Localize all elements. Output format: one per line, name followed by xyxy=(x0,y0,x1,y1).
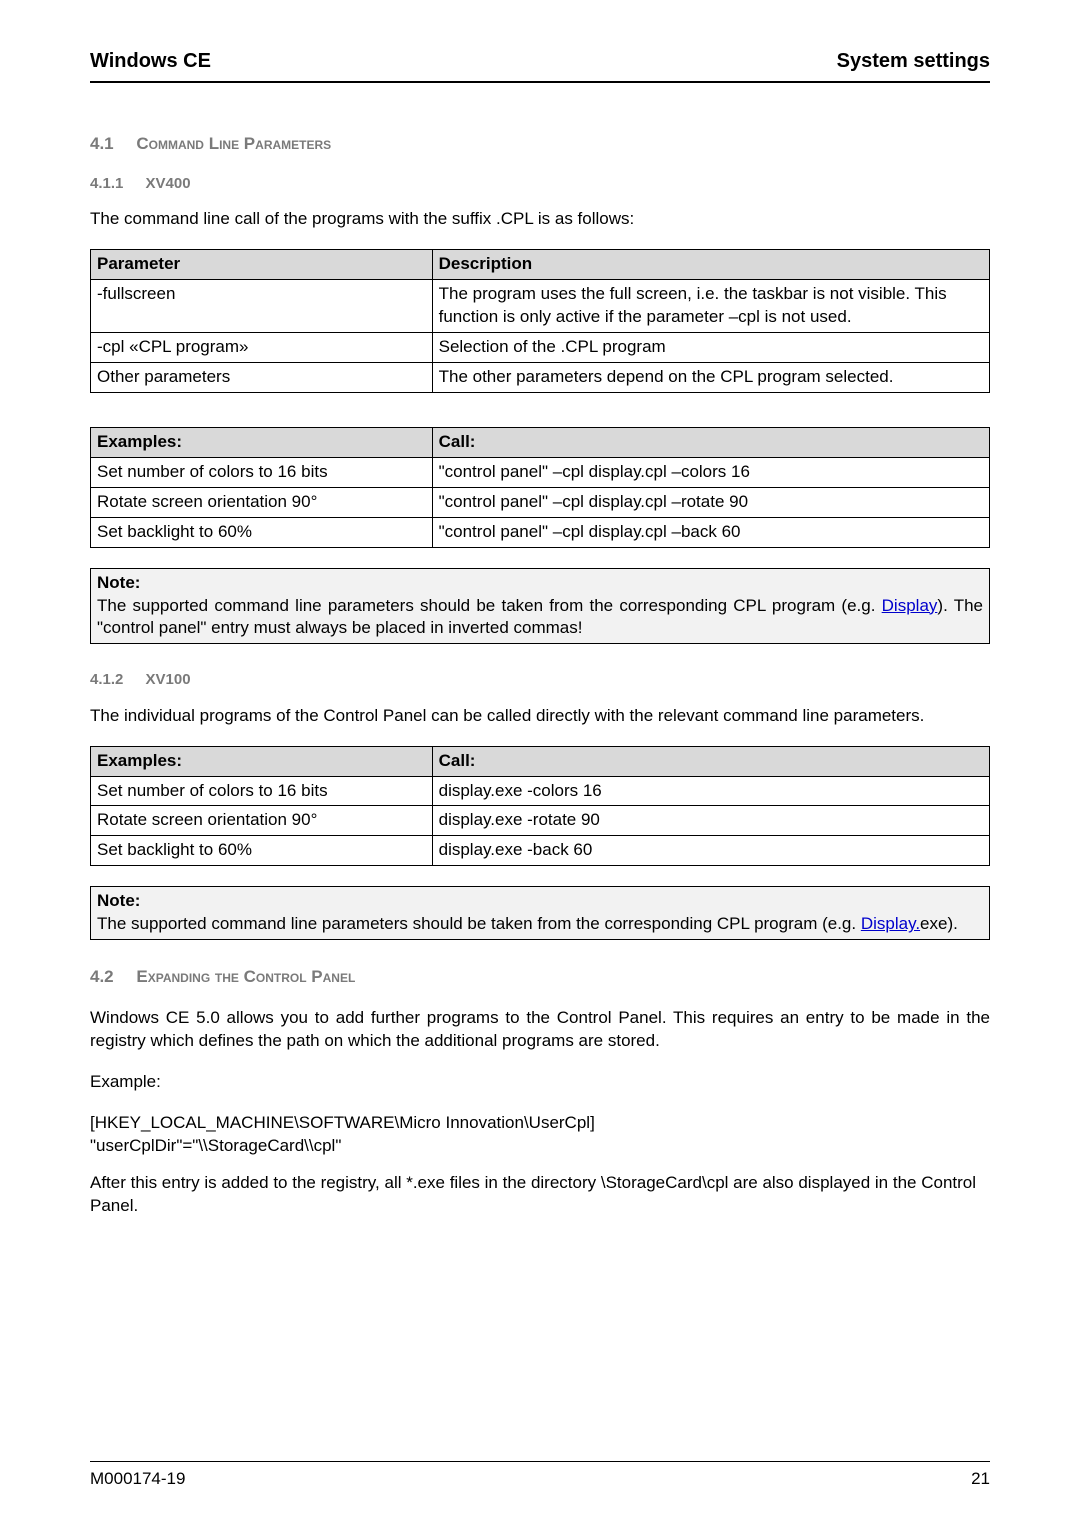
example-cell: Set backlight to 60% xyxy=(91,517,433,547)
table-header: Description xyxy=(432,250,989,280)
section-4-1-2-heading: 4.1.2 XV100 xyxy=(90,670,990,690)
code-line-1: [HKEY_LOCAL_MACHINE\SOFTWARE\Micro Innov… xyxy=(90,1113,595,1132)
desc-cell: Selection of the .CPL program xyxy=(432,332,989,362)
desc-cell: The program uses the full screen, i.e. t… xyxy=(432,280,989,333)
note-label: Note: xyxy=(97,573,140,592)
call-cell: display.exe -colors 16 xyxy=(432,776,989,806)
footer-doc-id: M000174-19 xyxy=(90,1468,185,1491)
note-box-1: Note: The supported command line paramet… xyxy=(90,568,990,645)
parameter-table: Parameter Description -fullscreen The pr… xyxy=(90,249,990,393)
table-row: -cpl «CPL program» Selection of the .CPL… xyxy=(91,332,990,362)
note-text-post: exe). xyxy=(920,914,958,933)
page-header: Windows CE System settings xyxy=(90,48,990,83)
sec42-p1: Windows CE 5.0 allows you to add further… xyxy=(90,1007,990,1053)
note-text-pre: The supported command line parameters sh… xyxy=(97,914,861,933)
subsection-number: 4.1.1 xyxy=(90,175,123,192)
intro-411: The command line call of the programs wi… xyxy=(90,208,990,231)
table-header-row: Parameter Description xyxy=(91,250,990,280)
registry-code: [HKEY_LOCAL_MACHINE\SOFTWARE\Micro Innov… xyxy=(90,1112,990,1158)
table-header: Parameter xyxy=(91,250,433,280)
param-cell: -cpl «CPL program» xyxy=(91,332,433,362)
subsection-title: XV100 xyxy=(146,671,191,688)
call-cell: display.exe -back 60 xyxy=(432,836,989,866)
call-cell: "control panel" –cpl display.cpl –rotate… xyxy=(432,487,989,517)
note-label: Note: xyxy=(97,891,140,910)
note-box-2: Note: The supported command line paramet… xyxy=(90,886,990,940)
example-cell: Set number of colors to 16 bits xyxy=(91,776,433,806)
display-link[interactable]: Display xyxy=(882,596,938,615)
table-row: Set backlight to 60% "control panel" –cp… xyxy=(91,517,990,547)
example-cell: Set backlight to 60% xyxy=(91,836,433,866)
section-number: 4.2 xyxy=(90,967,114,986)
table-header: Call: xyxy=(432,427,989,457)
section-number: 4.1 xyxy=(90,134,114,153)
section-title: Command Line Parameters xyxy=(136,134,331,153)
section-4-2-heading: 4.2 Expanding the Control Panel xyxy=(90,966,990,989)
footer-page-number: 21 xyxy=(971,1468,990,1491)
examples-table-xv100: Examples: Call: Set number of colors to … xyxy=(90,746,990,867)
call-cell: display.exe -rotate 90 xyxy=(432,806,989,836)
example-cell: Rotate screen orientation 90° xyxy=(91,806,433,836)
table-row: Set number of colors to 16 bits "control… xyxy=(91,457,990,487)
desc-cell: The other parameters depend on the CPL p… xyxy=(432,362,989,392)
intro-412: The individual programs of the Control P… xyxy=(90,705,990,728)
call-cell: "control panel" –cpl display.cpl –colors… xyxy=(432,457,989,487)
section-title: Expanding the Control Panel xyxy=(136,967,355,986)
header-right: System settings xyxy=(837,48,990,75)
note-text-pre: The supported command line parameters sh… xyxy=(97,596,882,615)
section-4-1-1-heading: 4.1.1 XV400 xyxy=(90,174,990,194)
example-cell: Set number of colors to 16 bits xyxy=(91,457,433,487)
table-row: Set number of colors to 16 bits display.… xyxy=(91,776,990,806)
code-line-2: "userCplDir"="\\StorageCard\\cpl" xyxy=(90,1136,341,1155)
table-header: Examples: xyxy=(91,427,433,457)
table-header-row: Examples: Call: xyxy=(91,746,990,776)
subsection-title: XV400 xyxy=(146,175,191,192)
table-row: Other parameters The other parameters de… xyxy=(91,362,990,392)
header-left: Windows CE xyxy=(90,48,211,75)
table-header: Call: xyxy=(432,746,989,776)
sec42-p2: After this entry is added to the registr… xyxy=(90,1172,990,1218)
page-footer: M000174-19 21 xyxy=(90,1461,990,1491)
examples-table-xv400: Examples: Call: Set number of colors to … xyxy=(90,427,990,548)
table-row: Set backlight to 60% display.exe -back 6… xyxy=(91,836,990,866)
table-row: Rotate screen orientation 90° display.ex… xyxy=(91,806,990,836)
table-header: Examples: xyxy=(91,746,433,776)
section-4-1-heading: 4.1 Command Line Parameters xyxy=(90,133,990,156)
display-link[interactable]: Display. xyxy=(861,914,920,933)
subsection-number: 4.1.2 xyxy=(90,671,123,688)
param-cell: Other parameters xyxy=(91,362,433,392)
table-row: -fullscreen The program uses the full sc… xyxy=(91,280,990,333)
param-cell: -fullscreen xyxy=(91,280,433,333)
example-cell: Rotate screen orientation 90° xyxy=(91,487,433,517)
table-header-row: Examples: Call: xyxy=(91,427,990,457)
call-cell: "control panel" –cpl display.cpl –back 6… xyxy=(432,517,989,547)
example-label: Example: xyxy=(90,1071,990,1094)
table-row: Rotate screen orientation 90° "control p… xyxy=(91,487,990,517)
